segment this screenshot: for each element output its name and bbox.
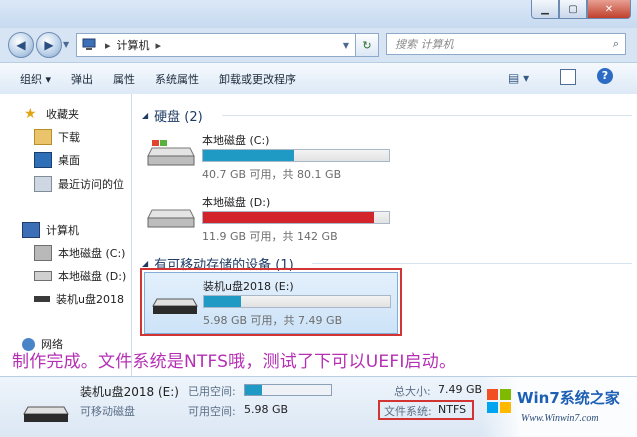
minimize-button[interactable]: ▁ [531,0,559,19]
details-pane: 装机u盘2018 (E:) 可移动磁盘 已用空间: 可用空间: 5.98 GB … [0,376,637,437]
details-usage-bar [244,384,332,396]
nav-usb[interactable]: 装机u盘2018 [34,289,124,309]
preview-pane-icon[interactable] [560,69,576,85]
title-bar: ▁ ▢ ✕ [0,0,637,28]
address-bar[interactable]: ▸ 计算机 ▸ ▼ [76,33,378,57]
view-options-icon[interactable]: ▤ ▾ [508,71,529,85]
close-button[interactable]: ✕ [587,0,631,19]
computer-icon [22,222,40,238]
hard-drive-icon [34,271,52,281]
details-total-label: 总大小: [394,385,431,398]
downloads-folder-icon [34,129,52,145]
nav-recent[interactable]: 最近访问的位 [34,174,124,194]
usb-drive-icon [34,296,50,302]
details-used-label: 已用空间: [188,385,236,398]
maximize-button[interactable]: ▢ [559,0,587,19]
nav-downloads[interactable]: 下载 [34,127,80,147]
drive-d-usage-fill [203,212,375,223]
drive-c-name: 本地磁盘 (C:) [202,134,270,147]
command-bar: 组织 ▾ 弹出 属性 系统属性 卸载或更改程序 ▤ ▾ ? [0,62,637,95]
forward-arrow-icon: ▶ [44,38,54,52]
group-divider [312,263,632,264]
properties-button[interactable]: 属性 [103,71,145,87]
nav-drive-d[interactable]: 本地磁盘 (D:) [34,266,126,286]
drive-d-tile[interactable]: 本地磁盘 (D:) 11.9 GB 可用，共 142 GB [132,194,402,243]
search-input[interactable]: 搜索 计算机 ⌕ [386,33,626,55]
forward-button[interactable]: ▶ [36,32,62,58]
computer-icon [82,38,96,50]
nav-favorites[interactable]: ★ 收藏夹 [24,104,79,124]
details-free-label: 可用空间: [188,405,236,418]
system-drive-icon [147,140,195,166]
annotation-text: 制作完成。文件系统是NTFS哦，测试了下可以UEFI启动。 [12,352,457,372]
close-icon: ✕ [604,3,614,15]
nav-drive-c[interactable]: 本地磁盘 (C:) [34,243,125,263]
breadcrumb-computer[interactable]: 计算机 [117,37,150,53]
back-arrow-icon: ◀ [16,38,26,52]
eject-button[interactable]: 弹出 [61,71,103,87]
maximize-icon: ▢ [568,3,578,15]
drive-c-usage-bar [202,149,390,162]
drive-c-free-space: 40.7 GB 可用，共 80.1 GB [202,168,342,181]
details-total-value: 7.49 GB [438,383,483,396]
system-properties-button[interactable]: 系统属性 [145,71,209,87]
drive-c-usage-fill [203,150,295,161]
windows-logo-icon [487,389,511,413]
hard-drive-icon [147,209,195,228]
highlight-box-drive-e [140,268,402,336]
breadcrumb-separator-icon: ▸ [105,38,111,52]
drive-c-tile[interactable]: 本地磁盘 (C:) 40.7 GB 可用，共 80.1 GB [132,132,402,181]
watermark-brand: Win7系统之家 [517,389,620,407]
drive-d-usage-bar [202,211,390,224]
help-icon[interactable]: ? [597,68,613,84]
watermark-url: Www.Winwin7.com [521,413,599,424]
drive-d-free-space: 11.9 GB 可用，共 142 GB [202,230,338,243]
refresh-icon: ↻ [362,38,372,52]
watermark: Win7系统之家 Www.Winwin7.com [481,377,637,437]
nav-computer[interactable]: 计算机 [22,220,79,240]
address-dropdown-icon[interactable]: ▼ [343,41,349,50]
system-drive-icon [34,245,52,261]
minimize-icon: ▁ [541,3,549,15]
details-drive-type: 可移动磁盘 [80,405,135,418]
search-placeholder: 搜索 计算机 [395,38,454,51]
highlight-box-filesystem [378,400,474,420]
desktop-icon [34,152,52,168]
refresh-button[interactable]: ↻ [355,33,379,57]
back-button[interactable]: ◀ [8,32,34,58]
usb-drive-icon [23,406,69,422]
navigation-pane: ★ 收藏夹 下载 桌面 最近访问的位 计算机 本地磁盘 (C:) 本地磁盘 (D… [0,94,132,376]
search-icon[interactable]: ⌕ [613,37,619,51]
uninstall-button[interactable]: 卸载或更改程序 [209,71,306,87]
history-dropdown-icon[interactable]: ▼ [63,40,69,49]
organize-button[interactable]: 组织 ▾ [0,71,61,87]
group-header-hard-drives[interactable]: ◢ 硬盘 (2) [142,106,203,125]
nav-desktop[interactable]: 桌面 [34,150,80,170]
group-divider [222,115,632,116]
address-row: ◀ ▶ ▼ ▸ 计算机 ▸ ▼ ↻ 搜索 计算机 ⌕ [0,28,637,62]
details-drive-name: 装机u盘2018 (E:) [80,385,179,399]
recent-places-icon [34,176,52,192]
star-icon: ★ [24,106,37,122]
collapse-icon: ◢ [142,111,149,120]
drive-d-name: 本地磁盘 (D:) [202,196,271,209]
details-usage-fill [245,385,263,395]
content-pane: ◢ 硬盘 (2) 本地磁盘 (C:) 40.7 GB 可用，共 80.1 GB … [132,94,637,376]
details-free-value: 5.98 GB [244,403,289,416]
collapse-icon: ◢ [142,259,149,268]
breadcrumb-separator-icon: ▸ [155,38,162,52]
